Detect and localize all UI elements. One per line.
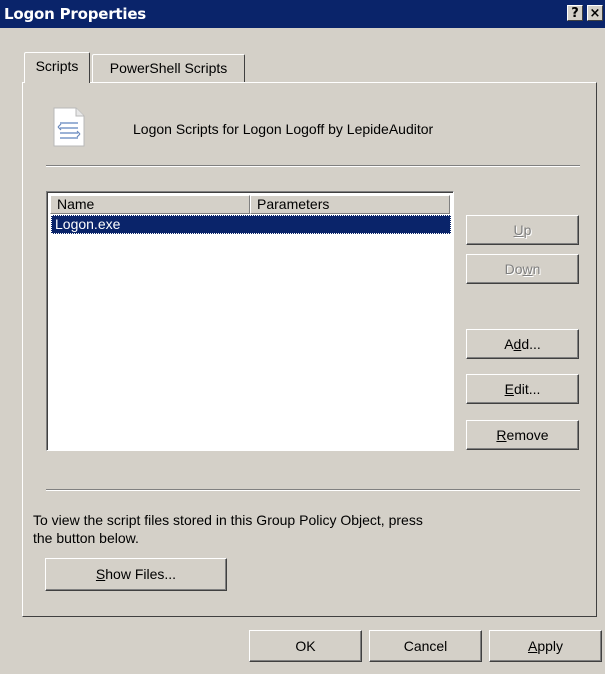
close-button[interactable]: × (587, 5, 603, 21)
table-row[interactable]: Logon.exe (51, 215, 451, 234)
cancel-label: Cancel (403, 638, 448, 654)
window-title: Logon Properties (4, 5, 147, 23)
logon-properties-dialog: Logon Properties ? × Scripts PowerShell … (0, 0, 605, 674)
add-button[interactable]: Add... (466, 329, 579, 359)
ok-label: OK (295, 638, 316, 654)
edit-button[interactable]: Edit... (466, 374, 579, 404)
tab-scripts[interactable]: Scripts (24, 52, 90, 83)
down-pre: Do (504, 261, 523, 277)
down-post: n (532, 261, 541, 277)
apply-button[interactable]: Apply (489, 630, 602, 662)
edit-post: dit... (513, 381, 541, 397)
up-mnemonic: U (513, 222, 524, 238)
show-files-post: how Files... (105, 566, 177, 582)
column-header-parameters[interactable]: Parameters (250, 195, 450, 214)
script-document-icon (52, 107, 86, 147)
down-button[interactable]: Down (466, 254, 579, 284)
apply-mnemonic: A (527, 638, 538, 654)
column-header-name[interactable]: Name (50, 195, 250, 214)
info-line-1: To view the script files stored in this … (33, 512, 423, 528)
separator-top (46, 165, 580, 167)
tab-scripts-label: Scripts (35, 58, 79, 74)
remove-button[interactable]: Remove (466, 420, 579, 450)
close-icon: × (589, 6, 601, 21)
add-post: d... (521, 336, 541, 352)
column-name-label: Name (57, 196, 95, 212)
add-pre: A (504, 336, 514, 352)
show-files-button[interactable]: Show Files... (45, 558, 227, 591)
help-button[interactable]: ? (567, 5, 583, 21)
up-button[interactable]: Up (466, 215, 579, 245)
remove-post: emove (506, 427, 549, 443)
up-post: p (523, 222, 532, 238)
ok-button[interactable]: OK (249, 630, 362, 662)
show-files-mnemonic: S (95, 566, 106, 582)
remove-mnemonic: R (496, 427, 507, 443)
separator-bottom (46, 489, 580, 491)
title-bar[interactable]: Logon Properties ? × (0, 0, 605, 28)
row-name: Logon.exe (55, 216, 121, 232)
scripts-list[interactable]: Name Parameters Logon.exe (46, 191, 454, 451)
cancel-button[interactable]: Cancel (369, 630, 482, 662)
tab-powershell-scripts-label: PowerShell Scripts (109, 60, 228, 76)
column-parameters-label: Parameters (257, 196, 330, 212)
info-line-2: the button below. (33, 530, 139, 546)
down-mnemonic: w (522, 261, 533, 277)
tab-powershell-scripts[interactable]: PowerShell Scripts (92, 54, 245, 82)
help-icon: ? (571, 6, 579, 21)
edit-mnemonic: E (504, 381, 514, 397)
scripts-heading: Logon Scripts for Logon Logoff by Lepide… (133, 121, 434, 137)
apply-post: pply (537, 638, 564, 654)
